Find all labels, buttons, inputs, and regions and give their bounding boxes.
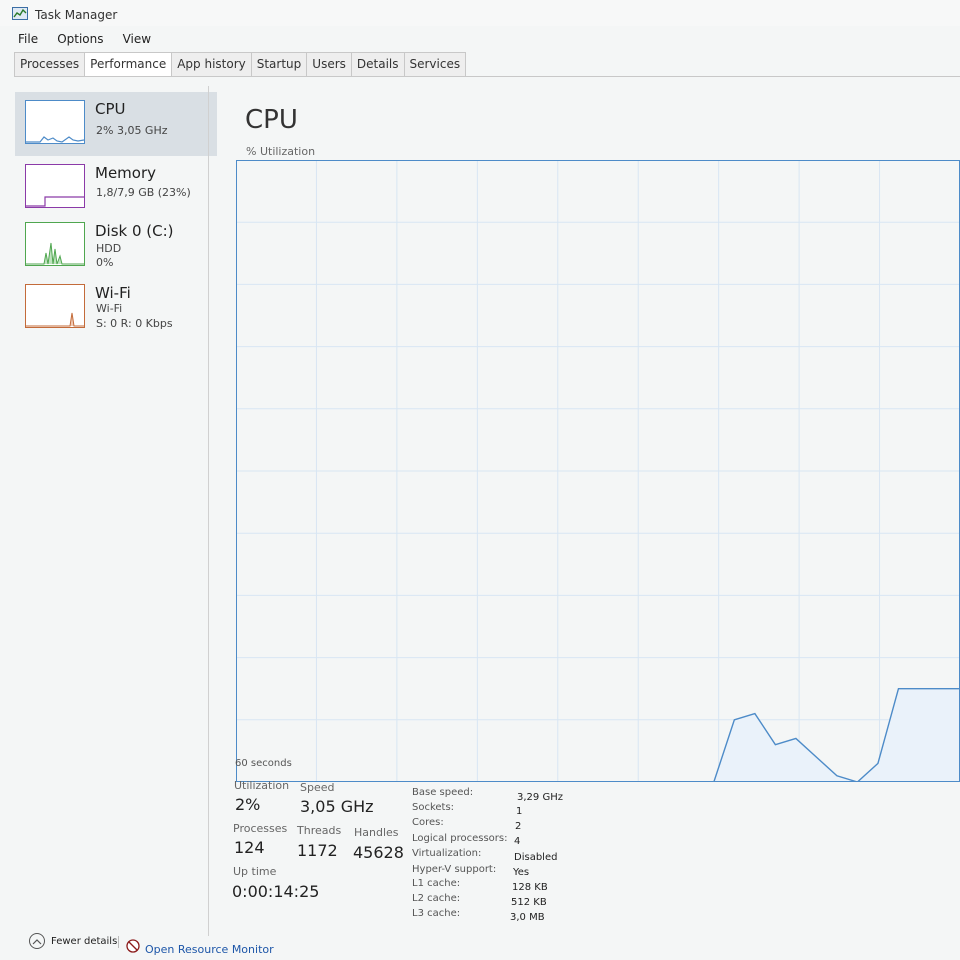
sidebar-item-label: Memory: [95, 164, 157, 182]
threads-value: 1172: [297, 841, 338, 860]
spec-label: Logical processors:: [412, 833, 508, 844]
sidebar-item-detail: S: 0 R: 0 Kbps: [96, 317, 173, 330]
spec-value: 2: [515, 821, 522, 832]
sidebar-item-label: Wi-Fi: [95, 284, 131, 302]
sidebar-item-label: Disk 0 (C:): [95, 222, 174, 240]
uptime-value: 0:00:14:25: [232, 882, 320, 901]
menu-file[interactable]: File: [18, 32, 38, 46]
processes-label: Processes: [233, 822, 288, 835]
menu-bar: File Options View: [18, 28, 165, 48]
spec-value: 1: [516, 806, 523, 817]
spec-value: 128 KB: [512, 882, 548, 893]
wifi-thumbnail-graph: [25, 284, 85, 328]
cpu-thumbnail-graph: [25, 100, 85, 144]
title-bar: Task Manager: [0, 0, 960, 26]
footer-bar: Fewer details Open Resource Monitor: [0, 932, 960, 960]
handles-label: Handles: [354, 826, 399, 839]
spec-label: Virtualization:: [412, 848, 482, 859]
tab-processes[interactable]: Processes: [14, 52, 86, 76]
cpu-graph-svg: [236, 160, 960, 782]
spec-value: Yes: [513, 867, 530, 878]
spec-value: Disabled: [514, 852, 558, 863]
graph-grid: [236, 160, 960, 782]
tab-strip: Processes Performance App history Startu…: [14, 52, 467, 76]
tab-startup[interactable]: Startup: [250, 52, 308, 76]
tab-details[interactable]: Details: [350, 52, 405, 76]
speed-value: 3,05 GHz: [300, 797, 374, 816]
spec-label: Hyper-V support:: [412, 864, 497, 875]
resource-monitor-icon[interactable]: [126, 939, 140, 953]
cpu-usage-area: [713, 688, 960, 782]
sidebar-item-detail: 2% 3,05 GHz: [96, 124, 168, 137]
time-span-label: 60 seconds: [235, 758, 292, 769]
footer-divider: [118, 936, 119, 948]
sidebar-item-wifi[interactable]: Wi-Fi Wi-Fi S: 0 R: 0 Kbps: [15, 276, 217, 340]
threads-label: Threads: [297, 824, 342, 837]
page-title: CPU: [245, 105, 298, 135]
resource-sidebar: CPU 2% 3,05 GHz Memory 1,8/7,9 GB (23%) …: [15, 86, 217, 930]
processes-value: 124: [234, 838, 265, 857]
fewer-details-link[interactable]: Fewer details: [51, 936, 117, 947]
tab-divider: [14, 76, 960, 77]
utilization-label: Utilization: [234, 779, 290, 792]
menu-options[interactable]: Options: [57, 32, 103, 46]
disk-thumbnail-graph: [25, 222, 85, 266]
spec-value: 3,29 GHz: [517, 792, 563, 803]
spec-label: L3 cache:: [412, 908, 461, 919]
sidebar-item-detail: Wi-Fi: [96, 302, 123, 315]
menu-view[interactable]: View: [123, 32, 151, 46]
task-manager-icon: [12, 7, 28, 20]
tab-users[interactable]: Users: [306, 52, 352, 76]
window-title: Task Manager: [35, 8, 118, 22]
utilization-axis-label: % Utilization: [246, 145, 316, 158]
memory-thumbnail-graph: [25, 164, 85, 208]
spec-label: L2 cache:: [412, 893, 461, 904]
spec-label: L1 cache:: [412, 878, 461, 889]
handles-value: 45628: [353, 843, 404, 862]
sidebar-item-disk[interactable]: Disk 0 (C:) HDD 0%: [15, 214, 217, 278]
uptime-label: Up time: [233, 865, 277, 878]
sidebar-item-cpu[interactable]: CPU 2% 3,05 GHz: [15, 92, 217, 156]
speed-label: Speed: [300, 781, 335, 794]
spec-label: Base speed:: [412, 787, 474, 798]
tab-app-history[interactable]: App history: [171, 52, 252, 76]
spec-value: 4: [514, 836, 521, 847]
spec-label: Cores:: [412, 817, 444, 828]
tab-performance[interactable]: Performance: [84, 52, 173, 76]
spec-value: 3,0 MB: [510, 912, 545, 923]
sidebar-divider: [208, 86, 209, 936]
cpu-utilization-graph: [236, 160, 960, 782]
sidebar-item-detail: 0%: [96, 256, 114, 269]
sidebar-item-detail: HDD: [96, 242, 122, 255]
spec-label: Sockets:: [412, 802, 455, 813]
sidebar-item-label: CPU: [95, 100, 126, 118]
chevron-up-icon[interactable]: [29, 933, 45, 949]
open-resource-monitor-link[interactable]: Open Resource Monitor: [145, 943, 274, 956]
utilization-value: 2%: [235, 795, 261, 814]
spec-value: 512 KB: [511, 897, 547, 908]
sidebar-item-detail: 1,8/7,9 GB (23%): [96, 186, 191, 199]
tab-services[interactable]: Services: [403, 52, 467, 76]
sidebar-item-memory[interactable]: Memory 1,8/7,9 GB (23%): [15, 156, 217, 220]
